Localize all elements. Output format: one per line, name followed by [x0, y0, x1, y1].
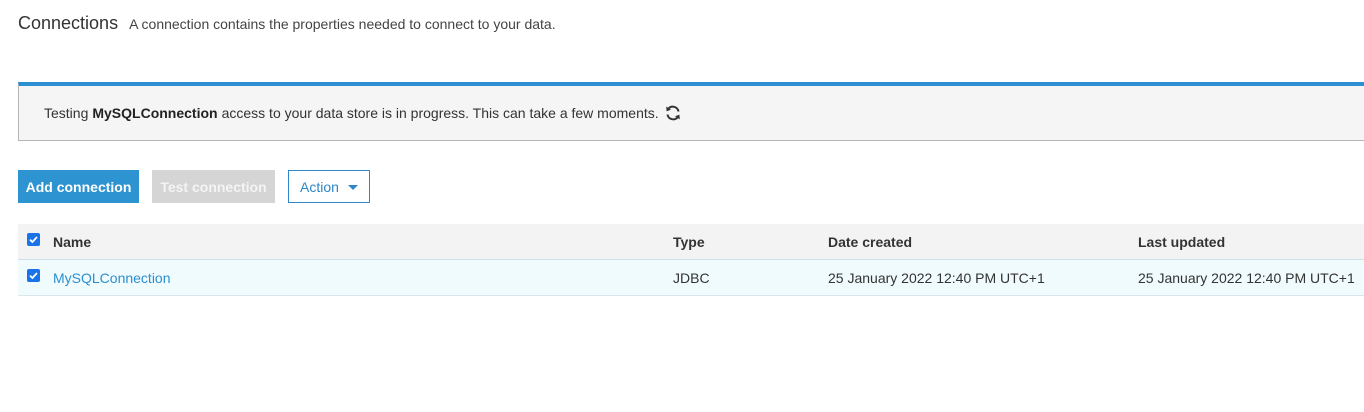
connection-date-created: 25 January 2022 12:40 PM UTC+1	[828, 269, 1045, 286]
connection-last-updated: 25 January 2022 12:40 PM UTC+1	[1138, 269, 1355, 286]
alert-prefix: Testing	[44, 105, 89, 121]
column-header-type[interactable]: Type	[673, 224, 705, 259]
column-header-date-created[interactable]: Date created	[828, 224, 912, 259]
caret-down-icon	[347, 185, 358, 190]
row-checkbox[interactable]	[27, 269, 40, 282]
alert-message: access to your data store is in progress…	[221, 105, 659, 121]
alert-connection-name: MySQLConnection	[92, 105, 218, 121]
page-title: Connections	[18, 13, 119, 33]
table-row[interactable]: MySQLConnection JDBC 25 January 2022 12:…	[18, 260, 1364, 296]
action-dropdown-button[interactable]: Action	[288, 170, 370, 203]
add-connection-label: Add connection	[25, 178, 132, 195]
column-header-name[interactable]: Name	[53, 224, 91, 259]
checkmark-icon	[29, 272, 38, 280]
test-connection-label: Test connection	[160, 178, 267, 195]
connection-name-link[interactable]: MySQLConnection	[53, 260, 171, 295]
connections-table: Name Type Date created Last updated MySQ…	[18, 224, 1364, 296]
checkmark-icon	[29, 236, 38, 244]
table-header-row: Name Type Date created Last updated	[18, 224, 1364, 260]
add-connection-button[interactable]: Add connection	[18, 170, 139, 203]
column-header-last-updated[interactable]: Last updated	[1138, 224, 1225, 259]
select-all-checkbox[interactable]	[27, 233, 40, 246]
page-subtitle: A connection contains the properties nee…	[129, 16, 556, 32]
testing-status-alert: Testing MySQLConnection access to your d…	[18, 82, 1364, 141]
action-label: Action	[300, 178, 339, 195]
refresh-icon	[664, 104, 682, 122]
test-connection-button[interactable]: Test connection	[152, 170, 275, 203]
connection-type: JDBC	[673, 269, 710, 286]
page-header: Connections A connection contains the pr…	[18, 13, 556, 34]
